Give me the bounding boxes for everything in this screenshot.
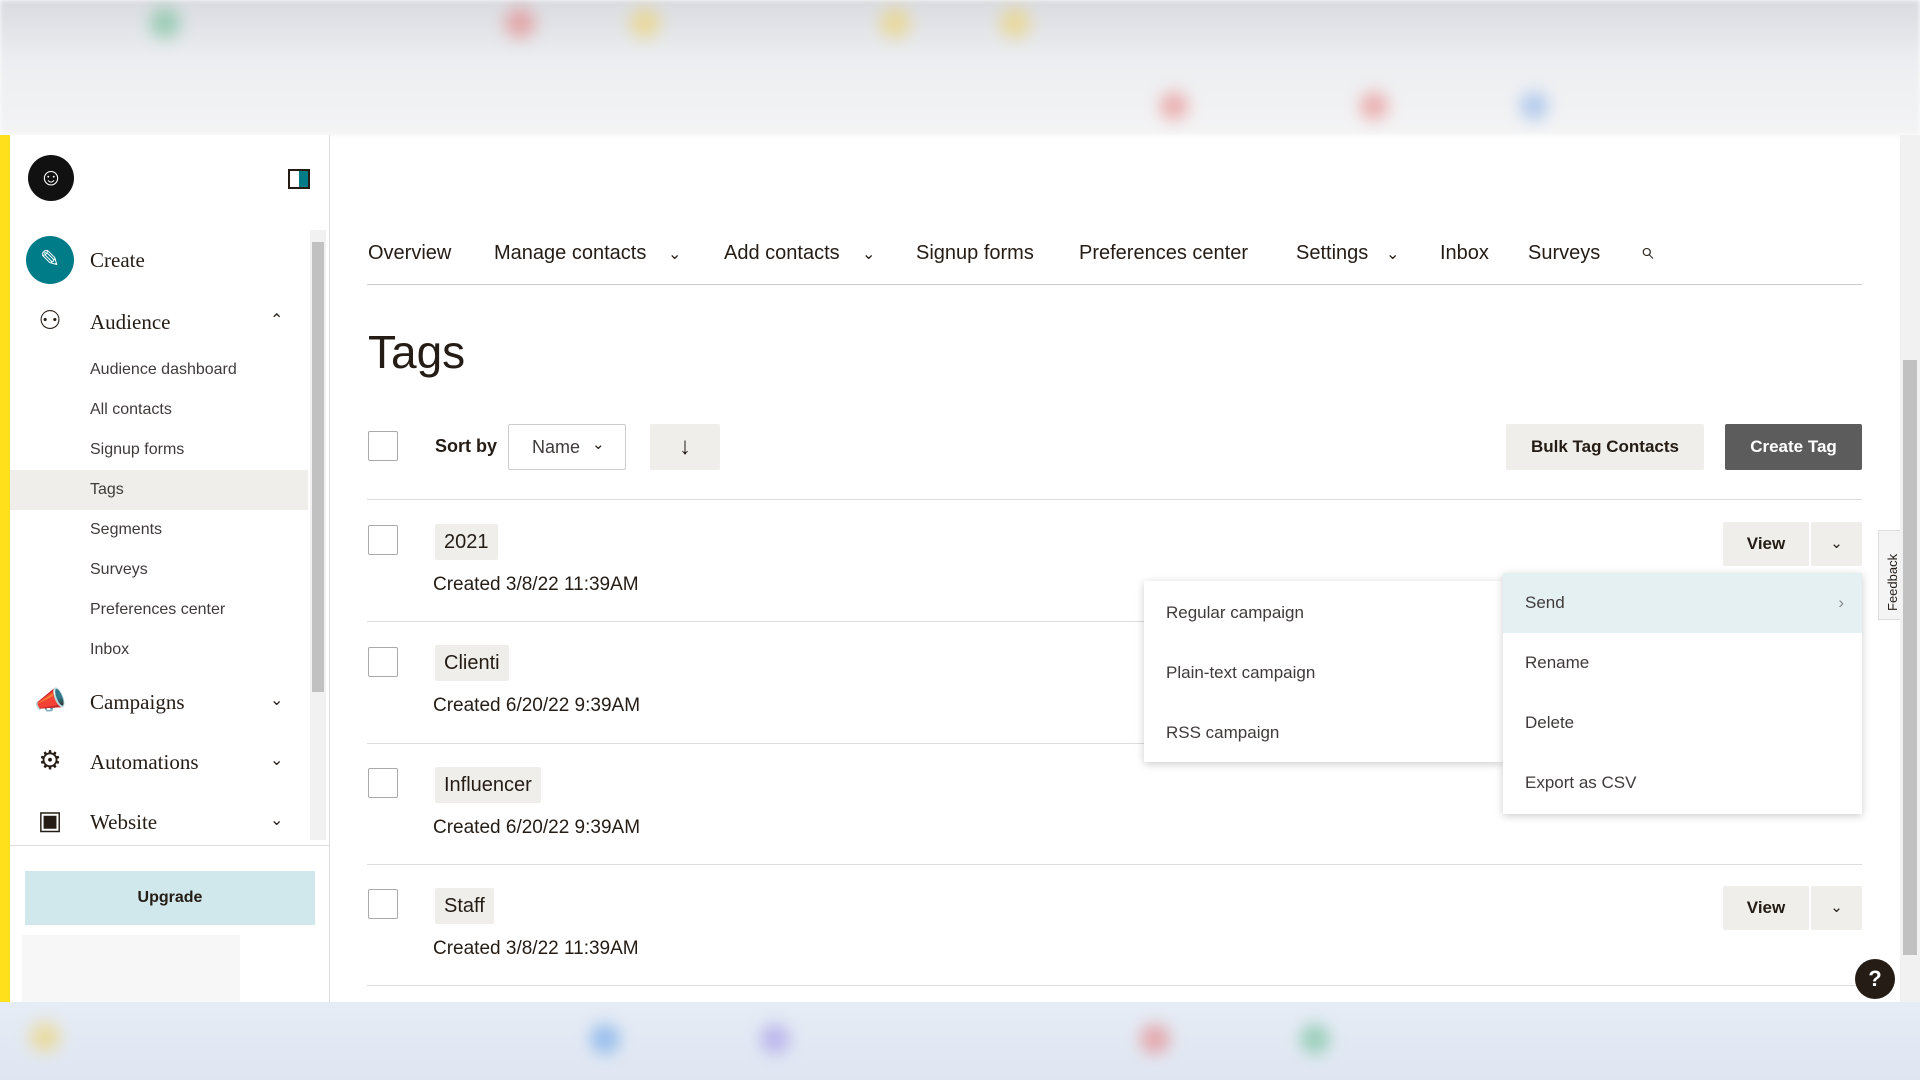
tab-manage-contacts[interactable]: Manage contacts: [494, 242, 646, 265]
chevron-down-icon: ⌄: [270, 812, 284, 829]
row-checkbox[interactable]: [368, 768, 398, 798]
website-icon: ▣: [37, 805, 63, 835]
page-title: Tags: [368, 326, 466, 378]
taskbar-blurred: [0, 1002, 1920, 1080]
tab-preferences-center[interactable]: Preferences center: [1079, 242, 1248, 265]
chevron-down-icon: ⌄: [270, 752, 284, 769]
mailchimp-logo[interactable]: ☺: [28, 155, 74, 201]
sidebar-subitem-tags[interactable]: Tags: [10, 470, 308, 510]
row-checkbox[interactable]: [368, 647, 398, 677]
nav-underline: [367, 284, 1862, 285]
chevron-down-icon: ⌄: [592, 436, 605, 453]
tag-chip[interactable]: Influencer: [435, 767, 541, 803]
select-all-checkbox[interactable]: [368, 431, 398, 461]
upgrade-button[interactable]: Upgrade: [25, 871, 315, 925]
sidebar-label: Website: [90, 810, 158, 834]
sidebar-subitem-segments[interactable]: Segments: [10, 510, 308, 550]
row-actions-dropdown[interactable]: ⌄: [1811, 886, 1862, 930]
tag-chip[interactable]: Clienti: [435, 645, 509, 681]
tab-signup-forms[interactable]: Signup forms: [916, 242, 1034, 265]
help-button[interactable]: ?: [1855, 959, 1895, 999]
chevron-down-icon: ⌄: [862, 246, 876, 263]
tab-settings[interactable]: Settings: [1296, 242, 1368, 265]
sidebar-subitem-inbox[interactable]: Inbox: [10, 630, 308, 670]
created-date: Created 3/8/22 11:39AM: [433, 574, 639, 595]
view-button[interactable]: View: [1723, 522, 1809, 566]
created-date: Created 6/20/22 9:39AM: [433, 817, 641, 838]
collapse-sidebar-icon[interactable]: [288, 169, 310, 189]
audience-icon: ⚇: [38, 305, 62, 335]
automations-icon: ⚙: [38, 745, 62, 775]
sidebar-label: Audience: [90, 310, 171, 334]
brand-strip: [0, 135, 10, 1002]
create-tag-button[interactable]: Create Tag: [1725, 424, 1862, 470]
chevron-down-icon: ⌄: [1830, 899, 1843, 916]
sidebar-item-automations[interactable]: ⚙ Automations ⌄: [10, 740, 308, 782]
sidebar-subitem-surveys[interactable]: Surveys: [10, 550, 308, 590]
tab-overview[interactable]: Overview: [368, 242, 451, 265]
search-icon[interactable]: ⌕: [1640, 238, 1653, 266]
bulk-tag-contacts-button[interactable]: Bulk Tag Contacts: [1506, 424, 1704, 470]
sidebar-label: Create: [90, 248, 145, 272]
pencil-icon: ✎: [26, 236, 74, 284]
created-date: Created 3/8/22 11:39AM: [433, 938, 639, 959]
sidebar-item-website[interactable]: ▣ Website ⌄: [10, 800, 308, 842]
chevron-down-icon: ⌄: [270, 692, 284, 709]
sidebar-scrollbar[interactable]: [310, 230, 326, 840]
sidebar-label: Automations: [90, 750, 199, 774]
row-actions-dropdown[interactable]: ⌄: [1811, 522, 1862, 566]
sort-value: Name: [532, 437, 581, 457]
menu-item-send[interactable]: Send ›: [1503, 573, 1862, 633]
account-box: [22, 935, 240, 1002]
sidebar-item-create[interactable]: ✎ Create: [26, 236, 306, 284]
menu-item-regular-campaign[interactable]: Regular campaign: [1144, 583, 1503, 643]
browser-chrome-blurred: [0, 0, 1920, 135]
chevron-down-icon: ⌄: [1830, 535, 1843, 552]
sort-by-label: Sort by: [435, 436, 498, 456]
divider: [367, 864, 1862, 865]
tab-surveys[interactable]: Surveys: [1528, 242, 1600, 265]
arrow-down-icon: ↓: [679, 433, 691, 460]
megaphone-icon: 📣: [34, 685, 67, 715]
tab-add-contacts[interactable]: Add contacts: [724, 242, 840, 265]
menu-item-delete[interactable]: Delete: [1503, 693, 1862, 753]
sort-direction-button[interactable]: ↓: [650, 424, 720, 470]
send-submenu: Regular campaign Plain-text campaign RSS…: [1144, 581, 1503, 762]
chevron-up-icon: ⌃: [270, 312, 284, 329]
view-button[interactable]: View: [1723, 886, 1809, 930]
tag-chip[interactable]: 2021: [435, 524, 498, 560]
menu-label: Send: [1525, 593, 1565, 612]
menu-item-rss-campaign[interactable]: RSS campaign: [1144, 703, 1503, 763]
row-checkbox[interactable]: [368, 525, 398, 555]
sidebar-label: Campaigns: [90, 690, 185, 714]
sidebar-subitem-preferences-center[interactable]: Preferences center: [10, 590, 308, 630]
created-date: Created 6/20/22 9:39AM: [433, 695, 641, 716]
sidebar-subitem-signup-forms[interactable]: Signup forms: [10, 430, 308, 470]
feedback-label: Feedback: [1885, 553, 1900, 611]
chevron-right-icon: ›: [1838, 593, 1844, 612]
sidebar: ☺ ✎ Create ⚇ Audience ⌃ Audience dashboa…: [10, 135, 330, 1002]
sidebar-item-audience[interactable]: ⚇ Audience ⌃: [10, 300, 308, 342]
tag-chip[interactable]: Staff: [435, 888, 494, 924]
sort-select[interactable]: Name ⌄: [508, 424, 626, 470]
sidebar-subitem-all-contacts[interactable]: All contacts: [10, 390, 308, 430]
tab-inbox[interactable]: Inbox: [1440, 242, 1489, 265]
menu-item-export-csv[interactable]: Export as CSV: [1503, 753, 1862, 813]
row-checkbox[interactable]: [368, 889, 398, 919]
menu-item-plain-text-campaign[interactable]: Plain-text campaign: [1144, 643, 1503, 703]
sidebar-divider: [10, 845, 330, 846]
row-actions-menu: Send › Rename Delete Export as CSV: [1503, 573, 1862, 814]
sidebar-item-campaigns[interactable]: 📣 Campaigns ⌄: [10, 680, 308, 722]
chevron-down-icon: ⌄: [668, 246, 682, 263]
menu-item-rename[interactable]: Rename: [1503, 633, 1862, 693]
sidebar-subitem-audience-dashboard[interactable]: Audience dashboard: [10, 350, 308, 390]
chevron-down-icon: ⌄: [1386, 246, 1400, 263]
divider: [367, 985, 1862, 986]
page-scrollbar[interactable]: [1900, 135, 1920, 1002]
divider: [367, 499, 1862, 500]
